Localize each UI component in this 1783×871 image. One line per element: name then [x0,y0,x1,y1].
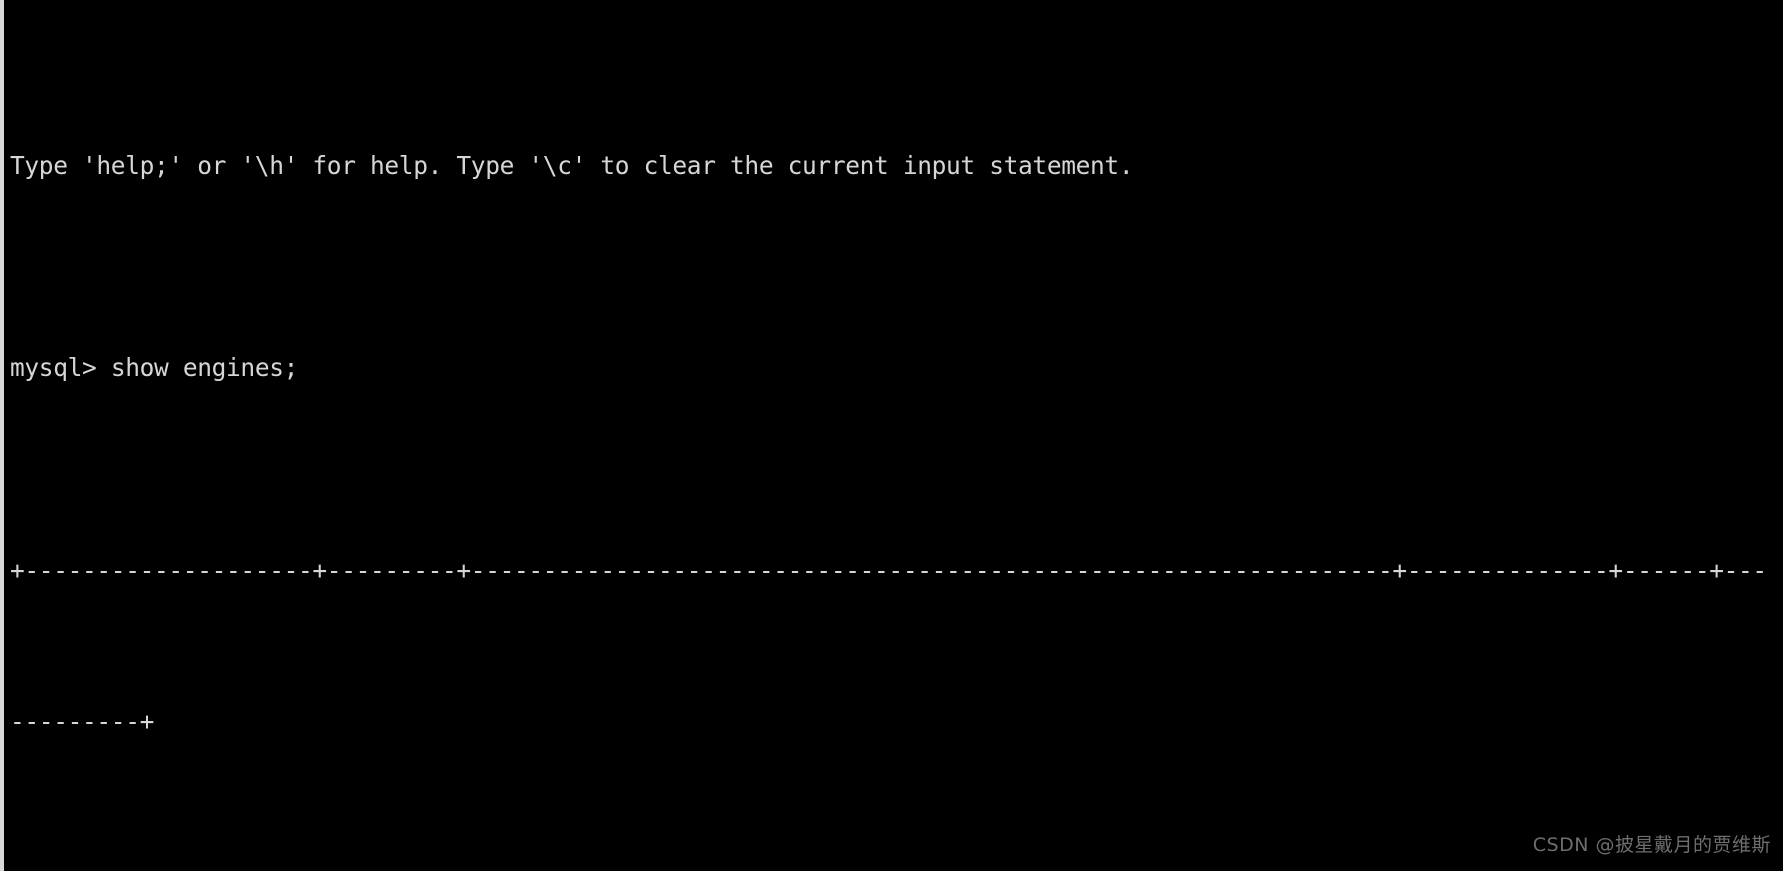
prompt-command-line[interactable]: mysql> show engines; [10,343,1783,394]
csdn-watermark: CSDN @披星戴月的贾维斯 [1532,834,1771,856]
console-output: Type 'help;' or '\h' for help. Type '\c'… [10,0,1783,871]
command-text: show engines; [110,353,299,383]
mysql-prompt: mysql> [10,353,111,383]
terminal-window[interactable]: Type 'help;' or '\h' for help. Type '\c'… [0,0,1783,871]
table-border-top: +--------------------+---------+--------… [10,555,1767,585]
table-border-top-wrap: ---------+ [10,707,155,737]
help-hint-line: Type 'help;' or '\h' for help. Type '\c'… [10,150,1134,180]
